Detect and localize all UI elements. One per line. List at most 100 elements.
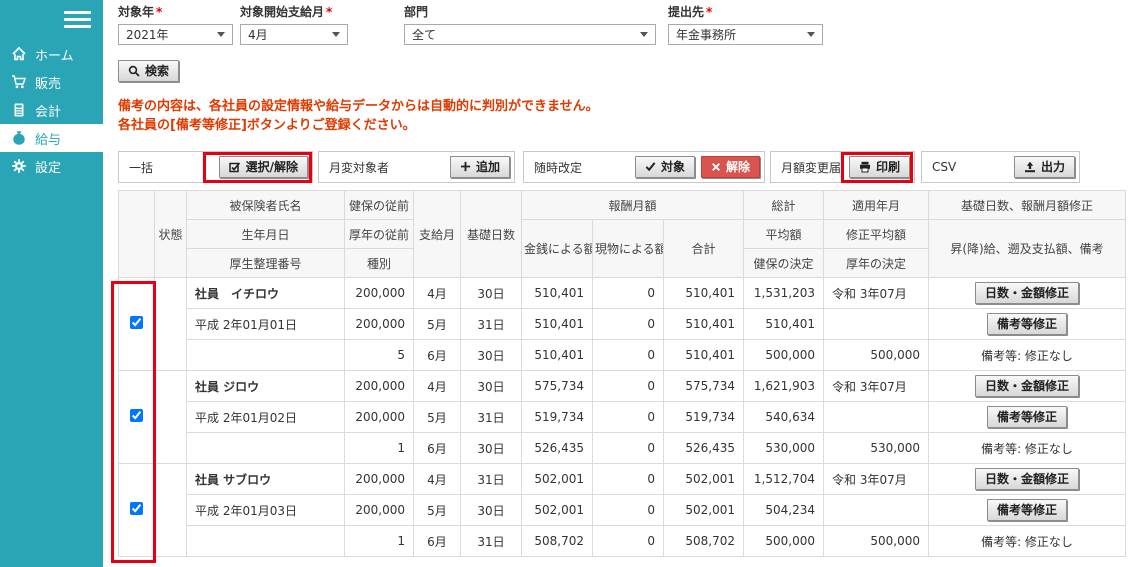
- konen-decision: 500,000: [824, 526, 929, 557]
- inkind-amount: 0: [593, 526, 664, 557]
- header-pay-month: 支給月: [414, 191, 461, 278]
- submit-to-select[interactable]: 年金事務所: [668, 24, 823, 45]
- export-button[interactable]: 出力: [1014, 156, 1075, 178]
- sidebar-nav: ホーム 販売 会計 給与 設定: [0, 40, 103, 180]
- base-days: 30日: [461, 371, 522, 402]
- header-adjusted-average: 修正平均額: [824, 220, 929, 249]
- base-days: 30日: [461, 340, 522, 371]
- sidebar-item-sales[interactable]: 販売: [0, 68, 103, 96]
- kenpo-decision: 500,000: [744, 340, 824, 371]
- warning-line-2: 各社員の[備考等修正]ボタンよりご登録ください。: [118, 116, 599, 135]
- filter-start-month: 対象開始支給月* 4月: [240, 3, 348, 45]
- select-deselect-button[interactable]: 選択/解除: [219, 156, 308, 178]
- select-value: 4月: [248, 26, 268, 43]
- fix-note-button[interactable]: 備考等修正: [987, 499, 1067, 521]
- header-type: 種別: [345, 249, 414, 278]
- konen-decision: 530,000: [824, 433, 929, 464]
- row-checkbox[interactable]: [130, 409, 143, 422]
- table-row: 平成 2年01月01日 200,000 5月 31日 510,401 0 510…: [119, 309, 1126, 340]
- employee-name: 社員 サブロウ: [187, 464, 345, 495]
- toolbar-group-csv: CSV 出力: [921, 151, 1080, 183]
- type-value: 5: [345, 340, 414, 371]
- toolbar-group-label: CSV: [932, 160, 956, 174]
- konen-decision: 500,000: [824, 340, 929, 371]
- cancel-button[interactable]: 解除: [701, 156, 760, 178]
- fix-note-button[interactable]: 備考等修正: [987, 406, 1067, 428]
- header-kenpo-prev: 健保の従前: [345, 191, 414, 220]
- row-checkbox[interactable]: [130, 502, 143, 515]
- toolbar-group-monthly-report: 月額変更届 印刷: [770, 151, 915, 183]
- export-icon: [1024, 161, 1036, 173]
- search-button[interactable]: 検索: [118, 60, 179, 82]
- table-row: 平成 2年01月03日 200,000 5月 30日 502,001 0 502…: [119, 495, 1126, 526]
- header-base-days: 基礎日数: [461, 191, 522, 278]
- fix-days-amount-button[interactable]: 日数・金額修正: [975, 468, 1079, 490]
- employee-birth: 平成 2年01月03日: [187, 495, 345, 526]
- inkind-amount: 0: [593, 495, 664, 526]
- search-button-label: 検索: [145, 64, 169, 78]
- sidebar-item-settings[interactable]: 設定: [0, 152, 103, 180]
- fix-days-amount-button[interactable]: 日数・金額修正: [975, 282, 1079, 304]
- target-button[interactable]: 対象: [635, 156, 695, 178]
- adjusted-average: [824, 495, 929, 526]
- pay-month: 5月: [414, 309, 461, 340]
- required-mark: *: [706, 5, 712, 19]
- select-value: 2021年: [126, 26, 169, 43]
- base-days: 31日: [461, 402, 522, 433]
- sidebar-item-payroll[interactable]: 給与: [0, 124, 103, 152]
- fix-days-amount-button[interactable]: 日数・金額修正: [975, 375, 1079, 397]
- filter-label: 部門: [404, 5, 428, 19]
- type-value: 1: [345, 526, 414, 557]
- inkind-amount: 0: [593, 309, 664, 340]
- total-amount: 526,435: [664, 433, 744, 464]
- row-checkbox[interactable]: [130, 316, 143, 329]
- cash-amount: 510,401: [522, 278, 593, 309]
- toolbar-group-occasional-revision: 随時改定 対象 解除: [523, 151, 765, 183]
- header-status: 状態: [155, 191, 187, 278]
- filter-label: 提出先: [668, 5, 704, 19]
- apply-month: 令和 3年07月: [824, 464, 929, 495]
- total-amount: 502,001: [664, 464, 744, 495]
- header-kenpo-decision: 健保の決定: [744, 249, 824, 278]
- header-checkbox-col: [119, 191, 155, 278]
- table-row: 1 6月 30日 526,435 0 526,435 530,000 530,0…: [119, 433, 1126, 464]
- total-amount: 502,001: [664, 495, 744, 526]
- grand-total: 1,531,203: [744, 278, 824, 309]
- target-year-select[interactable]: 2021年: [118, 24, 233, 45]
- plus-icon: [460, 161, 471, 172]
- gear-icon: [11, 158, 27, 174]
- hamburger-menu-icon[interactable]: [64, 11, 91, 30]
- employee-number: [187, 433, 345, 464]
- status-cell: [155, 278, 187, 371]
- toolbar-group-label: 随時改定: [534, 159, 582, 176]
- cash-amount: 510,401: [522, 309, 593, 340]
- sidebar: ホーム 販売 会計 給与 設定: [0, 0, 103, 567]
- start-month-select[interactable]: 4月: [240, 24, 348, 45]
- edit-check-icon: [229, 161, 241, 173]
- printer-icon: [859, 161, 871, 173]
- toolbar-group-monthly-change: 月変対象者 追加: [318, 151, 515, 183]
- button-label: 追加: [476, 160, 500, 174]
- add-button[interactable]: 追加: [450, 156, 510, 178]
- header-total: 合計: [664, 220, 744, 278]
- fix-note-button[interactable]: 備考等修正: [987, 313, 1067, 335]
- inkind-amount: 0: [593, 371, 664, 402]
- header-number: 厚生整理番号: [187, 249, 345, 278]
- cash-amount: 510,401: [522, 340, 593, 371]
- inkind-amount: 0: [593, 433, 664, 464]
- department-select[interactable]: 全て: [404, 24, 656, 45]
- adjusted-average: [824, 309, 929, 340]
- apply-month: 令和 3年07月: [824, 278, 929, 309]
- bulk-action-toolbar: 一括 選択/解除 月変対象者 追加 随時改定 対象 解除 月: [118, 151, 1080, 183]
- cash-amount: 526,435: [522, 433, 593, 464]
- sidebar-item-home[interactable]: ホーム: [0, 40, 103, 68]
- total-amount: 519,734: [664, 402, 744, 433]
- print-button[interactable]: 印刷: [849, 156, 910, 178]
- average-amount: 504,234: [744, 495, 824, 526]
- header-konen-prev: 厚年の従前: [345, 220, 414, 249]
- sidebar-item-label: 給与: [35, 129, 61, 148]
- calculator-icon: [11, 102, 27, 118]
- sidebar-item-accounting[interactable]: 会計: [0, 96, 103, 124]
- average-amount: 540,634: [744, 402, 824, 433]
- total-amount: 510,401: [664, 340, 744, 371]
